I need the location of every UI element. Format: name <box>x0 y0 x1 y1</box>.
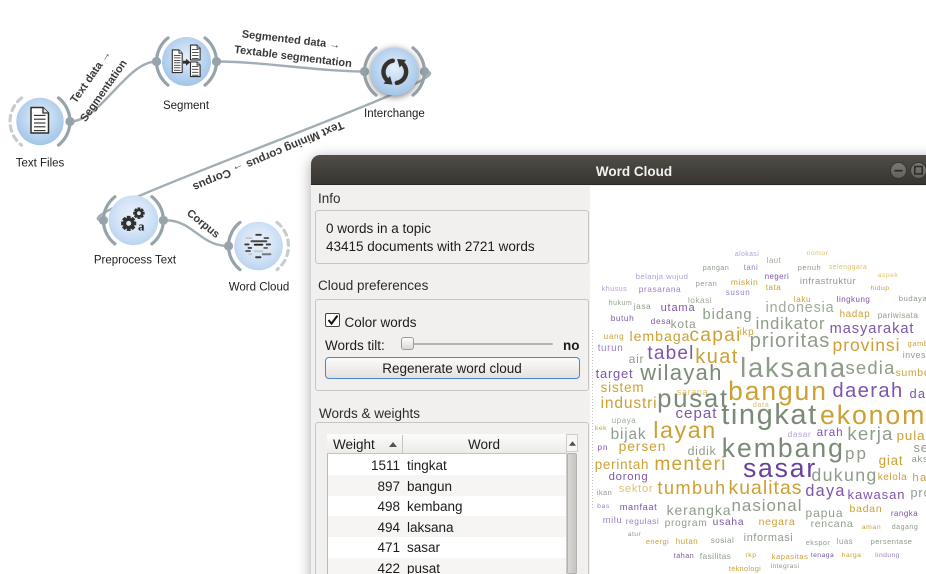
svg-text:Corpus: Corpus <box>184 207 221 241</box>
svg-text:Text Files: Text Files <box>16 158 65 170</box>
svg-text:Word Cloud: Word Cloud <box>229 282 290 294</box>
svg-text:Preprocess Text: Preprocess Text <box>94 254 177 266</box>
svg-text:a: a <box>138 219 145 234</box>
svg-text:Segment: Segment <box>163 100 210 112</box>
svg-text:Interchange: Interchange <box>364 108 425 120</box>
